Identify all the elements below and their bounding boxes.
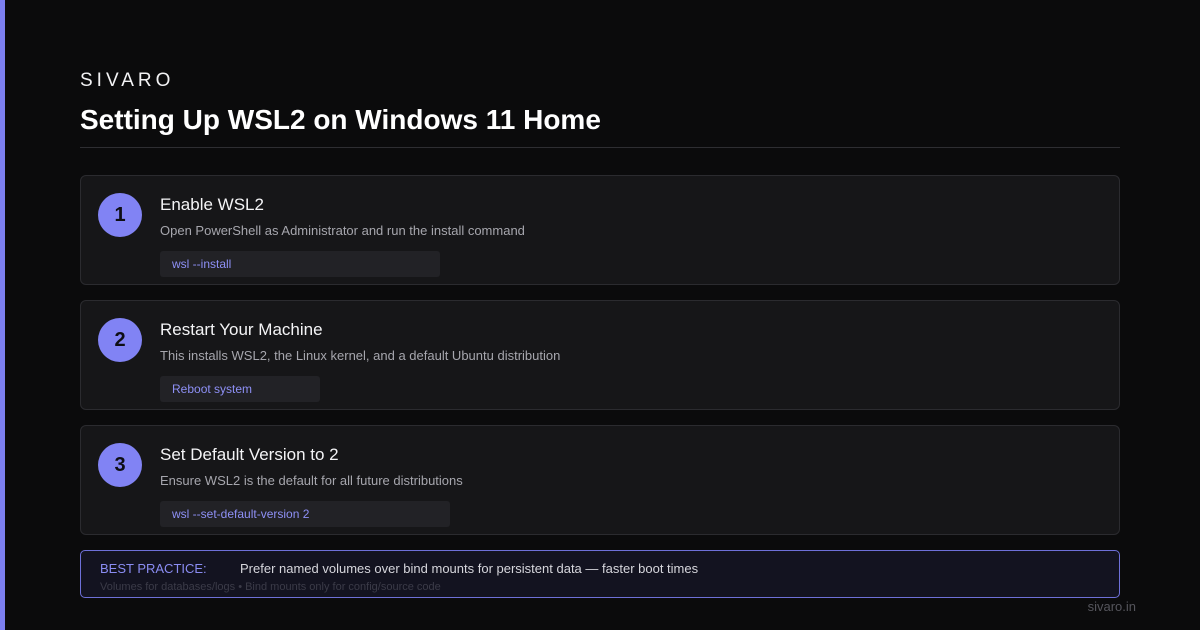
- step-number-badge: 2: [98, 318, 142, 362]
- page-title: Setting Up WSL2 on Windows 11 Home: [80, 104, 601, 135]
- callout-label: BEST PRACTICE:: [100, 561, 207, 576]
- step-card-3: 3 Set Default Version to 2 Ensure WSL2 i…: [80, 425, 1120, 535]
- step-code-snippet: wsl --set-default-version 2: [160, 501, 450, 527]
- step-code-snippet: wsl --install: [160, 251, 440, 277]
- best-practice-callout: BEST PRACTICE: Prefer named volumes over…: [80, 550, 1120, 598]
- footer-site-url: sivaro.in: [1087, 599, 1136, 614]
- brand-name: SIVARO: [80, 70, 175, 91]
- step-card-1: 1 Enable WSL2 Open PowerShell as Adminis…: [80, 175, 1120, 285]
- accent-bar: [0, 0, 5, 630]
- step-description: This installs WSL2, the Linux kernel, an…: [160, 348, 561, 363]
- callout-subtext: Volumes for databases/logs • Bind mounts…: [100, 581, 441, 593]
- step-title: Set Default Version to 2: [160, 445, 339, 464]
- step-number-badge: 1: [98, 193, 142, 237]
- step-description: Open PowerShell as Administrator and run…: [160, 223, 525, 238]
- step-description: Ensure WSL2 is the default for all futur…: [160, 473, 463, 488]
- step-number-badge: 3: [98, 443, 142, 487]
- step-code-snippet: Reboot system: [160, 376, 320, 402]
- callout-text: Prefer named volumes over bind mounts fo…: [240, 561, 699, 576]
- step-title: Restart Your Machine: [160, 320, 323, 339]
- title-divider: [80, 147, 1120, 148]
- step-card-2: 2 Restart Your Machine This installs WSL…: [80, 300, 1120, 410]
- step-title: Enable WSL2: [160, 195, 264, 214]
